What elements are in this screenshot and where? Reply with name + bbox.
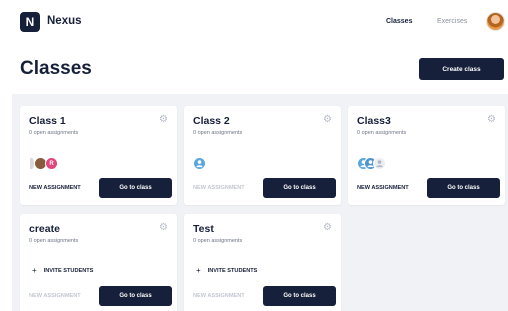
class-title: Class 1	[29, 115, 66, 127]
invite-students-button[interactable]: + INVITE STUDENTS	[196, 266, 257, 275]
new-assignment-button[interactable]: NEW ASSIGNMENT	[29, 286, 97, 306]
class-card: Class 2 0 open assignments ⚙ NEW ASSIGNM…	[184, 106, 341, 205]
open-assignments-count: 0 open assignments	[193, 238, 243, 244]
class-title: Class3	[357, 115, 391, 127]
class-card: Class 1 0 open assignments ⚙ R NEW ASSIG…	[20, 106, 177, 205]
student-avatar-initial: R	[45, 157, 58, 170]
settings-gear-icon[interactable]: ⚙	[159, 223, 168, 233]
class-card: Test 0 open assignments ⚙ + INVITE STUDEN…	[184, 214, 341, 311]
settings-gear-icon[interactable]: ⚙	[323, 115, 332, 125]
new-assignment-button[interactable]: NEW ASSIGNMENT	[193, 286, 261, 306]
open-assignments-count: 0 open assignments	[29, 238, 79, 244]
go-to-class-button[interactable]: Go to class	[263, 178, 336, 198]
page-title: Classes	[20, 58, 92, 79]
open-assignments-count: 0 open assignments	[29, 130, 79, 136]
class-title: Test	[193, 223, 214, 235]
go-to-class-button[interactable]: Go to class	[99, 178, 172, 198]
settings-gear-icon[interactable]: ⚙	[323, 223, 332, 233]
nav-link-exercises[interactable]: Exercises	[437, 18, 467, 25]
student-avatar-icon	[193, 157, 206, 170]
nav-link-classes[interactable]: Classes	[386, 18, 412, 25]
new-assignment-button[interactable]: NEW ASSIGNMENT	[193, 178, 261, 198]
go-to-class-button[interactable]: Go to class	[99, 286, 172, 306]
create-class-button[interactable]: Create class	[419, 58, 504, 80]
open-assignments-count: 0 open assignments	[357, 130, 407, 136]
settings-gear-icon[interactable]: ⚙	[159, 115, 168, 125]
go-to-class-button[interactable]: Go to class	[263, 286, 336, 306]
class-grid: Class 1 0 open assignments ⚙ R NEW ASSIG…	[12, 94, 508, 311]
new-assignment-button[interactable]: NEW ASSIGNMENT	[29, 178, 97, 198]
class-title: create	[29, 223, 60, 235]
class-card: create 0 open assignments ⚙ + INVITE STUD…	[20, 214, 177, 311]
user-avatar[interactable]	[486, 12, 505, 31]
plus-icon: +	[32, 266, 37, 275]
class-card: Class3 0 open assignments ⚙ NEW ASSIGNME…	[348, 106, 505, 205]
open-assignments-count: 0 open assignments	[193, 130, 243, 136]
go-to-class-button[interactable]: Go to class	[427, 178, 500, 198]
new-assignment-button[interactable]: NEW ASSIGNMENT	[357, 178, 425, 198]
class-title: Class 2	[193, 115, 230, 127]
invite-students-button[interactable]: + INVITE STUDENTS	[32, 266, 93, 275]
invite-students-label: INVITE STUDENTS	[43, 268, 94, 274]
top-navigation: N Nexus Classes Exercises	[0, 0, 508, 44]
invite-students-label: INVITE STUDENTS	[207, 268, 258, 274]
student-avatar-icon	[373, 157, 386, 170]
plus-icon: +	[196, 266, 201, 275]
logo-icon[interactable]: N	[20, 12, 40, 32]
brand-name[interactable]: Nexus	[47, 15, 82, 27]
settings-gear-icon[interactable]: ⚙	[487, 115, 496, 125]
